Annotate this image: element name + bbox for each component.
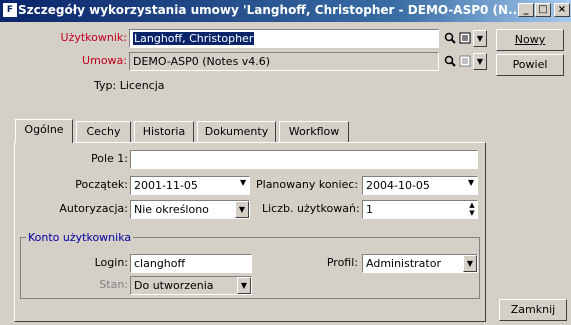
tab-documents[interactable]: Dokumenty bbox=[197, 121, 276, 142]
type-text: Typ: Licencja bbox=[94, 79, 165, 92]
authorization-value: Nie określono bbox=[134, 203, 209, 216]
close-button-label: Zamknij bbox=[510, 303, 556, 316]
authorization-select[interactable]: Nie określono bbox=[130, 200, 250, 219]
login-field[interactable]: clanghoff bbox=[130, 254, 252, 273]
chevron-down-icon[interactable]: ▼ bbox=[235, 201, 249, 218]
window-title: Szczegóły wykorzystania umowy 'Langhoff,… bbox=[18, 3, 522, 17]
user-label: Użytkownik: bbox=[60, 31, 127, 44]
user-field[interactable]: Langhoff, Christopher bbox=[129, 29, 439, 48]
contract-value: DEMO-ASP0 (Notes v4.6) bbox=[133, 55, 271, 68]
chevron-down-icon[interactable]: ▼ bbox=[468, 178, 474, 187]
account-group-title: Konto użytkownika bbox=[26, 229, 134, 247]
window-app-icon: F bbox=[3, 3, 17, 17]
chevron-down-icon[interactable]: ▼ bbox=[473, 30, 487, 47]
user-count-value: 1 bbox=[366, 203, 373, 216]
chevron-down-icon[interactable]: ▼ bbox=[237, 277, 251, 294]
contract-field[interactable]: DEMO-ASP0 (Notes v4.6) bbox=[129, 52, 439, 71]
planned-end-value: 2004-10-05 bbox=[366, 179, 430, 192]
repeat-button[interactable]: Powiel bbox=[496, 54, 564, 76]
close-button[interactable]: Zamknij bbox=[499, 299, 567, 321]
authorization-label: Autoryzacja: bbox=[59, 202, 128, 215]
chevron-down-icon[interactable]: ▼ bbox=[463, 255, 477, 272]
new-button-label: Nowy bbox=[514, 33, 546, 46]
new-button[interactable]: Nowy bbox=[496, 29, 564, 51]
start-date-value: 2001-11-05 bbox=[134, 179, 198, 192]
tab-general[interactable]: Ogólne bbox=[15, 119, 73, 143]
field1-input[interactable] bbox=[130, 150, 478, 169]
repeat-button-label: Powiel bbox=[512, 58, 548, 71]
user-value: Langhoff, Christopher bbox=[133, 32, 255, 45]
status-value: Do utworzenia bbox=[134, 279, 214, 292]
planned-end-field[interactable]: 2004-10-05 bbox=[362, 176, 478, 195]
close-window-button[interactable]: × bbox=[554, 3, 570, 17]
minimize-button[interactable]: _ bbox=[518, 3, 534, 17]
maximize-button[interactable]: □ bbox=[535, 3, 551, 17]
search-icon[interactable] bbox=[443, 31, 457, 45]
details-icon[interactable] bbox=[458, 54, 472, 68]
tab-features[interactable]: Cechy bbox=[76, 121, 131, 142]
tab-history[interactable]: Historia bbox=[134, 121, 194, 142]
search-icon[interactable] bbox=[443, 54, 457, 68]
tab-workflow[interactable]: Workflow bbox=[279, 121, 349, 142]
user-count-field[interactable]: 1 bbox=[362, 200, 478, 219]
start-label: Początek: bbox=[75, 178, 128, 191]
chevron-down-icon[interactable]: ▼ bbox=[473, 53, 487, 70]
login-value: clanghoff bbox=[134, 257, 186, 270]
field1-label: Pole 1: bbox=[91, 152, 128, 165]
profile-select[interactable]: Administrator bbox=[362, 254, 478, 273]
profile-value: Administrator bbox=[366, 257, 441, 270]
planned-end-label: Planowany koniec: bbox=[256, 178, 359, 191]
status-select[interactable]: Do utworzenia bbox=[130, 276, 252, 295]
contract-label: Umowa: bbox=[82, 54, 127, 67]
chevron-down-icon[interactable]: ▼ bbox=[240, 178, 246, 187]
user-count-label: Liczb. użytkowań: bbox=[262, 202, 360, 215]
profile-label: Profil: bbox=[326, 256, 358, 269]
login-label: Login: bbox=[94, 256, 128, 269]
start-date-field[interactable]: 2001-11-05 bbox=[130, 176, 250, 195]
spinner-icon[interactable]: ▲ ▼ bbox=[466, 201, 478, 218]
details-icon[interactable] bbox=[458, 31, 472, 45]
status-label: Stan: bbox=[99, 278, 128, 291]
